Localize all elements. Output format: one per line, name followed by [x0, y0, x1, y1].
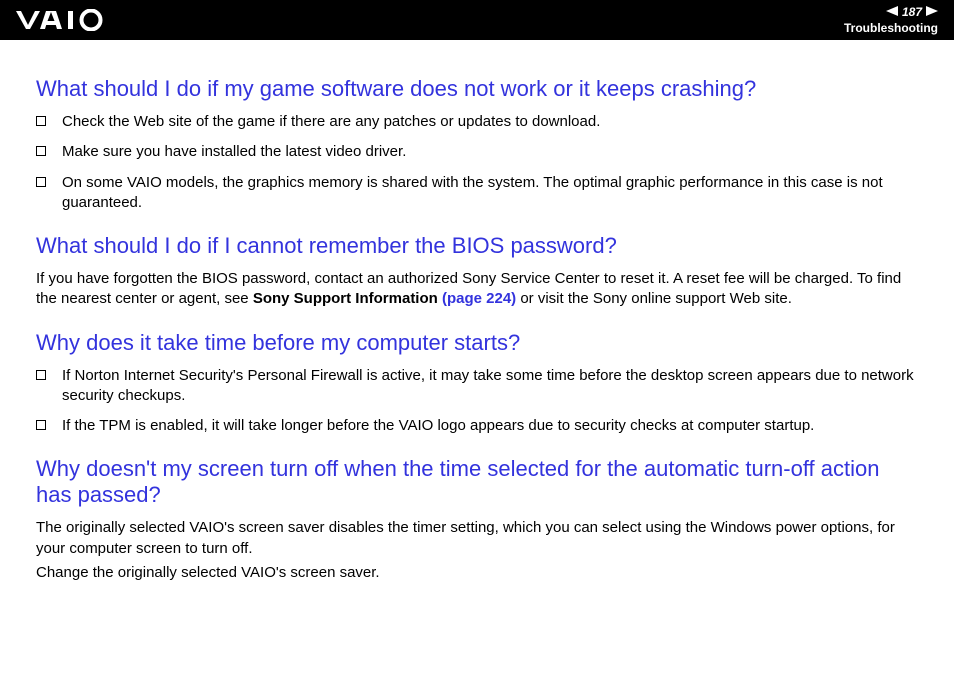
- section-label: Troubleshooting: [844, 21, 938, 35]
- bullet-icon: [36, 116, 46, 126]
- section-heading: Why doesn't my screen turn off when the …: [36, 456, 918, 508]
- bullet-icon: [36, 370, 46, 380]
- bullet-text: On some VAIO models, the graphics memory…: [62, 173, 918, 214]
- bold-text: Sony Support Information: [253, 290, 442, 307]
- list-item: If the TPM is enabled, it will take long…: [36, 416, 918, 436]
- bullet-text: If Norton Internet Security's Personal F…: [62, 366, 918, 407]
- paragraph: The originally selected VAIO's screen sa…: [36, 518, 918, 559]
- bullet-icon: [36, 420, 46, 430]
- bullet-text: Make sure you have installed the latest …: [62, 142, 918, 162]
- section-heading: What should I do if my game software doe…: [36, 76, 918, 102]
- list-item: On some VAIO models, the graphics memory…: [36, 173, 918, 214]
- next-page-icon[interactable]: [926, 5, 938, 19]
- bullet-list: Check the Web site of the game if there …: [36, 112, 918, 213]
- section-heading: What should I do if I cannot remember th…: [36, 233, 918, 259]
- list-item: Check the Web site of the game if there …: [36, 112, 918, 132]
- list-item: If Norton Internet Security's Personal F…: [36, 366, 918, 407]
- section-heading: Why does it take time before my computer…: [36, 330, 918, 356]
- bullet-text: Check the Web site of the game if there …: [62, 112, 918, 132]
- page-navigation: 187: [886, 5, 938, 19]
- page-number: 187: [902, 5, 922, 19]
- paragraph: Change the originally selected VAIO's sc…: [36, 563, 918, 583]
- header-right: 187 Troubleshooting: [844, 5, 938, 35]
- bullet-list: If Norton Internet Security's Personal F…: [36, 366, 918, 437]
- list-item: Make sure you have installed the latest …: [36, 142, 918, 162]
- bullet-icon: [36, 177, 46, 187]
- paragraph: If you have forgotten the BIOS password,…: [36, 269, 918, 310]
- vaio-logo: [16, 9, 126, 31]
- bullet-text: If the TPM is enabled, it will take long…: [62, 416, 918, 436]
- page-reference-link[interactable]: (page 224): [442, 290, 516, 307]
- paragraph-text: or visit the Sony online support Web sit…: [516, 290, 792, 307]
- page-header: 187 Troubleshooting: [0, 0, 954, 40]
- prev-page-icon[interactable]: [886, 5, 898, 19]
- page-content: What should I do if my game software doe…: [0, 40, 954, 583]
- bullet-icon: [36, 146, 46, 156]
